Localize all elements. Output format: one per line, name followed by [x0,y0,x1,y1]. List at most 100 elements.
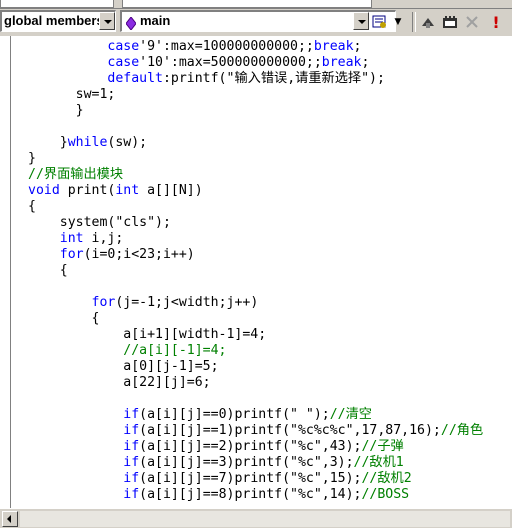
code-line[interactable]: void print(int a[][N]) [28,183,483,199]
code-line[interactable]: }while(sw); [28,135,483,151]
code-token: a[22][j]=6; [28,375,211,390]
code-token: } [28,151,36,166]
code-token: i,j; [83,231,124,246]
code-line[interactable] [28,279,483,295]
code-line[interactable]: if(a[i][j]==8)printf("%c",14);//BOSS [28,487,483,503]
code-line[interactable]: if(a[i][j]==3)printf("%c",3);//敌机1 [28,455,483,471]
code-token: ; [361,55,370,70]
stop-build-icon[interactable] [462,12,482,32]
code-line[interactable]: int i,j; [28,231,483,247]
code-line[interactable]: default:printf("输入错误,请重新选择"); [28,71,483,87]
horizontal-scrollbar[interactable] [0,508,512,528]
comment-token: //BOSS [361,487,410,502]
code-token: { [28,311,100,326]
build-icon[interactable] [440,12,460,32]
code-token: (a[i][j]==0)printf(" "); [139,407,330,422]
chevron-down-icon[interactable]: ▼ [388,12,408,32]
comment-token: //清空 [329,407,372,422]
comment-token: //敌机2 [361,471,412,486]
code-line[interactable] [28,391,483,407]
code-line[interactable]: { [28,311,483,327]
keyword-token: int [115,183,140,198]
chevron-down-icon[interactable] [353,12,369,30]
source-code[interactable]: case'9':max=100000000000;;break; case'10… [28,39,483,503]
keyword-token: break [313,39,354,54]
wizard-toolbar: global members main ▼ ! [0,0,512,37]
code-token: a[][N]) [139,183,203,198]
code-token: (i=0;i<23;i++) [83,247,195,262]
code-token: (a[i][j]==8)printf("%c",14); [139,487,362,502]
code-line[interactable]: if(a[i][j]==2)printf("%c",43);//子弹 [28,439,483,455]
scroll-left-icon[interactable] [2,511,18,527]
code-token: } [28,135,68,150]
code-line[interactable]: case'10':max=500000000000;;break; [28,55,483,71]
code-line[interactable]: for(i=0;i<23;i++) [28,247,483,263]
code-line[interactable]: a[i+1][width-1]=4; [28,327,483,343]
comment-token: //角色 [440,423,484,438]
execute-icon[interactable]: ! [486,12,506,32]
code-line[interactable]: for(j=-1;j<width;j++) [28,295,483,311]
keyword-token: if [123,439,140,454]
code-token: :printf("输入错误,请重新选择"); [162,71,385,86]
code-token: '9':max=100000000000;; [139,39,314,54]
class-combo-value: global members [4,13,104,28]
scroll-track[interactable] [20,511,510,527]
code-line[interactable]: sw=1; [28,87,483,103]
keyword-token: default [107,71,163,86]
chevron-down-icon[interactable] [99,12,115,30]
code-line[interactable]: } [28,103,483,119]
code-token: a[i+1][width-1]=4; [28,327,267,342]
keyword-token: if [123,407,140,422]
code-token: system("cls"); [28,215,171,230]
code-token: (a[i][j]==1)printf("%c%c%c",17,87,16); [139,423,441,438]
code-token: ; [353,39,362,54]
toolbar-separator [412,12,416,32]
code-line[interactable]: if(a[i][j]==0)printf(" ");//清空 [28,407,483,423]
code-line[interactable]: a[0][j-1]=5; [28,359,483,375]
keyword-token: case [107,39,140,54]
keyword-token: break [321,55,362,70]
code-token: sw=1; [28,87,116,102]
comment-token: //子弹 [361,439,404,454]
code-editor[interactable]: case'9':max=100000000000;;break; case'10… [0,36,512,508]
code-token: print( [59,183,116,198]
code-line[interactable]: a[22][j]=6; [28,375,483,391]
code-token: (sw); [107,135,148,150]
code-token: } [28,103,84,118]
code-token: '10':max=500000000000;; [139,55,322,70]
code-token: (a[i][j]==3)printf("%c",3); [139,455,354,470]
code-line[interactable]: } [28,151,483,167]
compile-icon[interactable] [418,12,438,32]
keyword-token: if [123,471,140,486]
code-line[interactable] [28,119,483,135]
keyword-token: if [123,455,140,470]
code-line[interactable]: { [28,263,483,279]
function-combo[interactable]: main [120,10,396,32]
code-line[interactable]: system("cls"); [28,215,483,231]
keyword-token: if [123,423,140,438]
code-line[interactable]: //a[i][-1]=4; [28,343,483,359]
code-line[interactable]: { [28,199,483,215]
actions-icon[interactable] [370,12,390,32]
code-token: (j=-1;j<width;j++) [115,295,259,310]
code-line[interactable]: if(a[i][j]==1)printf("%c%c%c",17,87,16);… [28,423,483,439]
class-combo[interactable]: global members [0,10,116,32]
code-line[interactable]: case'9':max=100000000000;;break; [28,39,483,55]
keyword-token: for [91,295,116,310]
code-token: (a[i][j]==7)printf("%c",15); [139,471,362,486]
code-line[interactable]: //界面输出模块 [28,167,483,183]
function-combo-value: main [140,13,171,28]
code-line[interactable]: if(a[i][j]==7)printf("%c",15);//敌机2 [28,471,483,487]
toolbar-top-edge [0,0,512,9]
